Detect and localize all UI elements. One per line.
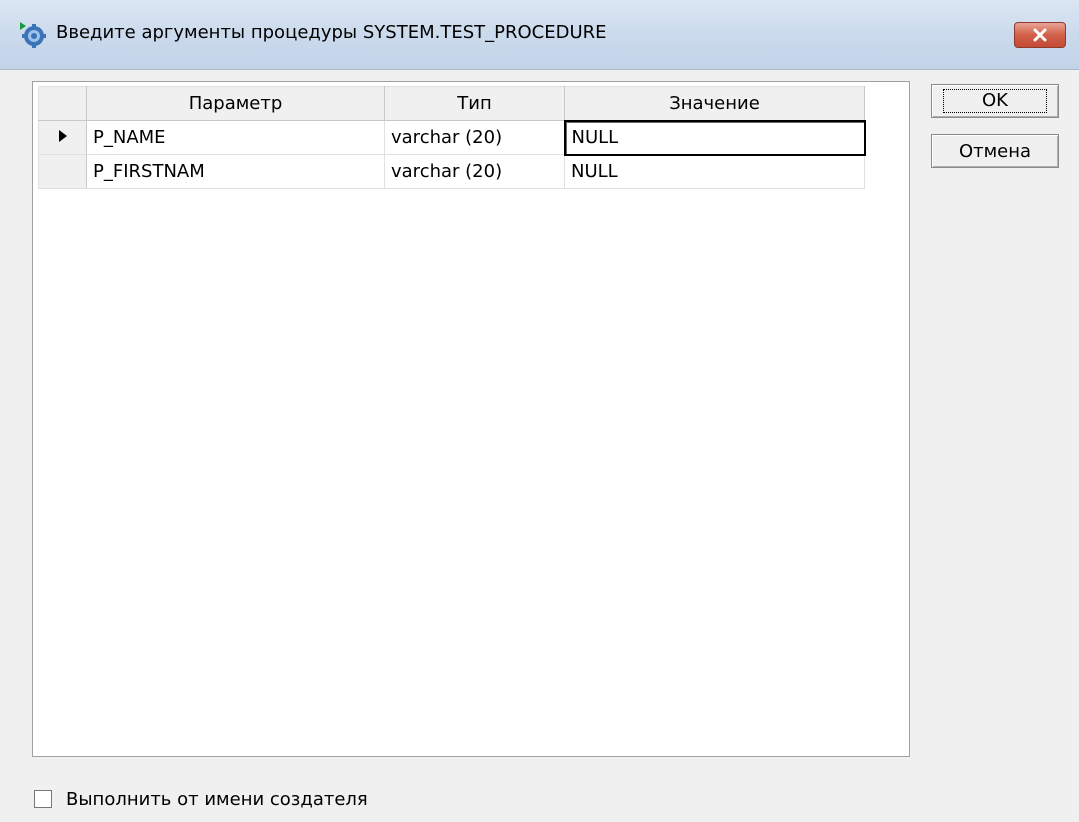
grid-header-row: Параметр Тип Значение	[38, 86, 865, 121]
title-bar[interactable]: Введите аргументы процедуры SYSTEM.TEST_…	[0, 0, 1079, 70]
run-as-creator-checkbox[interactable]	[34, 790, 52, 808]
cell-value[interactable]: NULL	[564, 154, 865, 189]
parameters-grid[interactable]: Параметр Тип Значение P_NAME varchar (20…	[32, 81, 910, 757]
row-indicator[interactable]	[38, 154, 87, 189]
ok-button-label: OK	[943, 89, 1047, 113]
table-row[interactable]: P_FIRSTNAM varchar (20) NULL	[38, 154, 865, 189]
close-icon	[1033, 28, 1047, 42]
cancel-button[interactable]: Отмена	[931, 134, 1059, 168]
cell-type[interactable]: varchar (20)	[384, 120, 565, 155]
cell-value[interactable]: NULL	[563, 119, 866, 156]
gear-globe-icon	[20, 22, 46, 48]
cell-parameter[interactable]: P_NAME	[86, 120, 385, 155]
ok-button[interactable]: OK	[931, 84, 1059, 118]
parameters-table: Параметр Тип Значение P_NAME varchar (20…	[38, 86, 866, 189]
column-header-parameter[interactable]: Параметр	[86, 86, 385, 121]
grid-header-indicator	[38, 86, 87, 121]
table-row[interactable]: P_NAME varchar (20) NULL	[38, 119, 866, 156]
close-button[interactable]	[1014, 22, 1066, 48]
window-title: Введите аргументы процедуры SYSTEM.TEST_…	[56, 22, 607, 43]
cell-parameter[interactable]: P_FIRSTNAM	[86, 154, 385, 189]
run-as-creator-option[interactable]: Выполнить от имени создателя	[34, 786, 368, 812]
column-header-value[interactable]: Значение	[564, 86, 865, 121]
row-indicator[interactable]	[38, 120, 87, 155]
column-header-type[interactable]: Тип	[384, 86, 565, 121]
cancel-button-label: Отмена	[958, 140, 1032, 162]
current-row-arrow-icon	[58, 130, 67, 142]
cell-type[interactable]: varchar (20)	[384, 154, 565, 189]
run-as-creator-label[interactable]: Выполнить от имени создателя	[66, 789, 368, 810]
